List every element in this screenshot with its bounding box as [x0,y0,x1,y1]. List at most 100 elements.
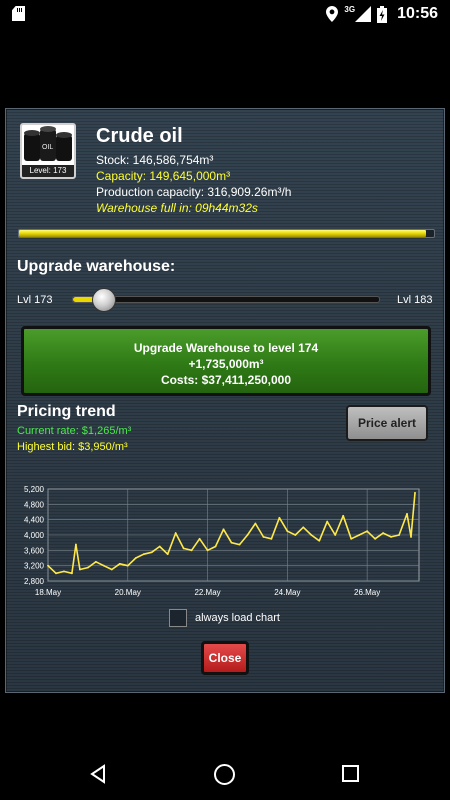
close-button[interactable]: Close [201,641,249,675]
chart-xtick-label: 24.May [274,588,300,597]
chart-data-point [47,564,49,567]
chart-data-point [102,564,105,567]
signal-icon [355,6,372,22]
chart-xtick-label: 20.May [115,588,141,597]
upgrade-level-slider[interactable] [72,288,380,312]
chart-data-point [166,553,169,556]
chart-series-line [47,492,416,575]
chart-data-point [406,513,408,515]
chart-data-point [238,543,241,546]
chart-data-point [71,572,73,575]
price-alert-button[interactable]: Price alert [346,405,428,441]
chart-data-point [142,553,145,556]
chart-ytick-label: 5,200 [24,485,45,494]
warehouse-fill-bar [18,229,435,238]
chart-ytick-label: 4,400 [24,516,45,525]
chart-xtick-label: 18.May [35,588,61,597]
level-max-label: Lvl 183 [397,294,433,306]
chart-data-point [374,537,377,540]
chart-data-point [174,532,177,534]
upgrade-button-line3: Costs: $37,411,250,000 [160,373,292,387]
chart-data-point [134,557,137,559]
chart-data-point [410,536,412,538]
chart-data-point [118,562,121,565]
status-bar: 3G 10:56 [0,0,450,28]
chart-data-point [366,530,369,533]
chart-data-point [262,536,265,538]
chart-data-point [302,526,305,529]
resource-dialog: OIL Level: 173 Crude oil Stock: 146,586,… [5,108,445,693]
resource-title: Crude oil [96,125,183,147]
warehouse-full-text: Warehouse full in: 09h44m32s [96,201,258,215]
chart-data-point [110,568,113,571]
chart-data-point [55,572,57,575]
chart-data-point [158,545,161,548]
home-icon[interactable] [214,764,235,785]
chart-data-point [334,534,337,536]
barrel-label: OIL [42,144,53,151]
chart-data-point [294,534,297,536]
recent-apps-icon[interactable] [342,765,359,782]
nav-bar [0,748,450,800]
chart-data-point [270,537,273,540]
upgrade-heading: Upgrade warehouse: [17,258,176,275]
current-rate-text: Current rate: $1,265/m³ [17,425,132,437]
chart-data-point [350,537,353,540]
chart-data-point [214,545,217,548]
chart-data-point [278,516,281,519]
chart-data-point [254,522,257,525]
chart-xtick-label: 26.May [354,588,380,597]
chart-data-point [414,491,416,494]
chart-ytick-label: 3,600 [24,546,45,555]
back-icon[interactable] [88,764,108,784]
chart-data-point [230,541,233,544]
chart-data-point [286,530,289,533]
chart-data-point [390,536,392,538]
network-type: 3G [344,4,356,14]
location-icon [326,6,339,22]
chart-data-point [342,514,345,517]
highest-bid-text: Highest bid: $3,950/m³ [17,441,128,453]
upgrade-warehouse-button[interactable]: Upgrade Warehouse to level 174 +1,735,00… [21,326,431,396]
chart-data-point [222,528,225,531]
barrels-graphic: OIL [24,126,72,161]
capacity-text: Capacity: 149,645,000m³ [96,169,231,183]
chart-ytick-label: 3,200 [24,562,45,571]
level-min-label: Lvl 173 [17,294,53,306]
chart-data-point [398,534,400,536]
production-text: Production capacity: 316,909.26m³/h [96,185,292,199]
chart-data-point [358,534,361,536]
upgrade-button-line1: Upgrade Warehouse to level 174 [133,341,319,355]
chart-data-point [246,534,249,536]
chart-data-point [75,543,77,546]
chart-data-point [382,532,384,534]
chart-data-point [318,539,321,542]
chart-ytick-label: 4,000 [24,531,45,540]
sd-card-icon [12,6,25,21]
status-icons: 3G 10:56 [326,4,438,24]
chart-data-point [310,534,313,536]
chart-data-point [182,547,185,550]
always-load-chart-checkbox[interactable] [169,609,187,627]
chart-data-point [326,520,329,523]
chart-data-point [206,549,209,552]
chart-data-point [63,570,65,573]
always-load-chart-label: always load chart [195,612,280,624]
chart-data-point [94,560,97,563]
oil-barrels-icon: OIL Level: 173 [20,123,76,179]
chart-data-point [86,566,89,569]
battery-icon [377,5,388,23]
slider-knob[interactable] [91,288,116,312]
pricing-heading: Pricing trend [17,403,116,420]
chart-xtick-label: 22.May [194,588,220,597]
chart-data-point [126,564,129,567]
level-badge: Level: 173 [22,165,74,177]
chart-data-point [198,537,201,540]
chart-data-point [150,551,153,554]
chart-data-point [190,549,193,552]
warehouse-fill-bar-fill [19,230,426,237]
pricing-chart: 5,200 4,800 4,400 4,000 3,600 3,200 2,800 18.Ma… [24,485,420,597]
clock: 10:56 [397,5,438,22]
chart-ytick-label: 4,800 [24,500,45,509]
stock-text: Stock: 146,586,754m³ [96,153,214,167]
